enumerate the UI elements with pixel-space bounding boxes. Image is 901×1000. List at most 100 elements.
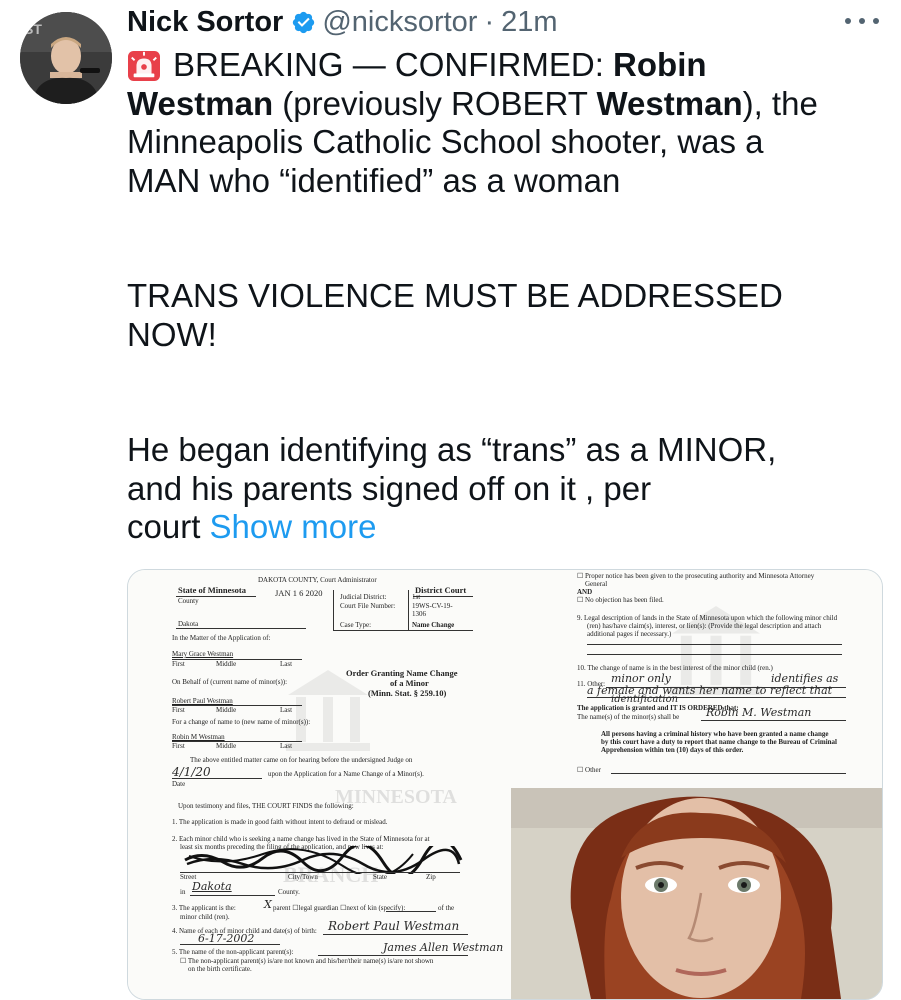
new-name-line: The name(s) of the minor(s) shall be	[577, 713, 680, 721]
city-label: City/Town	[288, 873, 318, 881]
order-title-3: (Minn. Stat. § 259.10)	[368, 688, 447, 698]
header-separator: ·	[484, 5, 495, 38]
court-document-left: MINNESOTA BRANCH DAKOTA COUNTY, Court Ad…	[128, 570, 511, 999]
change-line: For a change of name to (new name of min…	[172, 718, 311, 726]
hearing-text-2: upon the Application for a Name Change o…	[268, 770, 424, 778]
notice-1: ☐ Proper notice has been given to the pr…	[577, 572, 815, 580]
tweet-text-segment: BREAKING — CONFIRMED:	[173, 46, 614, 83]
minor-name: Robert Paul Westman	[172, 697, 233, 705]
item-9c: additional pages if necessary.)	[587, 630, 672, 638]
doc-county-value: Dakota	[178, 620, 199, 628]
county-handwritten: Dakota	[192, 880, 232, 893]
tweet-line: NOW!	[127, 315, 217, 353]
criminal-notice-3: Apprehension within ten (10) days of thi…	[601, 746, 744, 754]
doc-filed-date: JAN 1 6 2020	[275, 588, 323, 598]
case-type-label: Case Type:	[340, 621, 372, 629]
tweet-line: Minneapolis Catholic School shooter, was…	[127, 123, 764, 160]
tweet-text-segment: ), the	[742, 84, 818, 122]
state-label: State	[373, 873, 387, 881]
show-more-link[interactable]: Show more	[210, 508, 377, 545]
verified-badge-icon	[293, 11, 315, 33]
tweet-line: MAN who “identified” as a woman	[127, 161, 621, 199]
author-name[interactable]: Nick Sortor	[127, 6, 283, 39]
seal-text: MINNESOTA	[335, 786, 457, 808]
finding-5c: on the birth certificate.	[188, 965, 252, 973]
judicial-district-value: 1st	[412, 593, 421, 601]
tweet-line: court Show more	[127, 508, 887, 547]
tweet-timestamp[interactable]: 21m	[501, 6, 557, 39]
label-first: First	[172, 706, 185, 714]
date-label: Date	[172, 780, 186, 788]
label-first: First	[172, 742, 185, 750]
minor-name-handwritten: Robert Paul Westman	[328, 919, 460, 933]
no-objection: ☐ No objection has been filed.	[577, 596, 664, 604]
redaction-scribble	[184, 846, 463, 874]
in-label: in	[180, 888, 186, 896]
order-title-2: of a Minor	[390, 678, 429, 688]
tweet-text: BREAKING — CONFIRMED: Robin Westman (pre…	[127, 46, 887, 547]
criminal-notice-1: All persons having a criminal history wh…	[601, 730, 829, 738]
label-middle: Middle	[216, 706, 237, 714]
case-type-value: Name Change	[412, 621, 455, 629]
matter-line: In the Matter of the Application of:	[172, 634, 271, 642]
order-title-1: Order Granting Name Change	[346, 668, 458, 678]
label-first: First	[172, 660, 185, 668]
tweet-text-bold: Westman	[127, 84, 274, 122]
file-number-label: Court File Number:	[340, 602, 396, 610]
tweet-text-segment: (previously ROBERT	[273, 84, 597, 122]
county-word: County.	[278, 888, 300, 896]
applicant-name: Mary Grace Westman	[172, 650, 234, 658]
finding-3a: 3. The applicant is the:	[172, 904, 236, 912]
checkmark-handwritten-icon: X	[264, 898, 272, 911]
tweet-media[interactable]: MINNESOTA BRANCH DAKOTA COUNTY, Court Ad…	[127, 569, 883, 1000]
finding-5b: ☐ The non-applicant parent(s) is/are not…	[180, 957, 434, 965]
doc-state: State of Minnesota	[178, 585, 246, 595]
more-horizontal-icon[interactable]	[845, 8, 879, 34]
finding-2a: 2. Each minor child who is seeking a nam…	[172, 835, 430, 843]
new-name: Robin M Westman	[172, 733, 225, 741]
court-document-right: ☐ Proper notice has been given to the pr…	[511, 570, 882, 788]
author-avatar[interactable]: ST	[20, 12, 112, 104]
tweet-header: Nick Sortor @nicksortor · 21m	[127, 2, 558, 42]
and-label: AND	[577, 588, 593, 596]
judicial-district-label: Judicial District:	[340, 593, 387, 601]
label-middle: Middle	[216, 660, 237, 668]
tweet-line: He began identifying as “trans” as a MIN…	[127, 431, 777, 468]
id-photo	[511, 788, 882, 999]
tweet-line: and his parents signed off on it , per	[127, 469, 652, 507]
item-10: 10. The change of name is in the best in…	[577, 664, 773, 672]
hearing-date-handwritten: 4/1/20	[172, 765, 211, 779]
zip-label: Zip	[426, 873, 436, 881]
finding-1: 1. The application is made in good faith…	[172, 818, 388, 826]
item-9b: (ren) has/have claim(s), interest, or li…	[587, 622, 822, 630]
rotating-light-emoji-icon	[128, 50, 160, 82]
notice-2: General	[585, 580, 608, 588]
tweet-text-bold: Westman	[596, 84, 743, 122]
svg-text:ST: ST	[24, 21, 42, 37]
finding-3d: minor child (ren).	[180, 913, 230, 921]
face-photo-image	[511, 788, 882, 999]
tweet-line: TRANS VIOLENCE MUST BE ADDRESSED	[127, 277, 783, 314]
parent-name-handwritten: James Allen Westman	[383, 941, 504, 954]
finds-line: Upon testimony and files, THE COURT FIND…	[178, 802, 354, 810]
label-middle: Middle	[216, 742, 237, 750]
tweet-line: BREAKING — CONFIRMED: Robin	[127, 46, 887, 85]
finding-5: 5. The name of the non-applicant parent(…	[172, 948, 294, 956]
tweet-text-segment: court	[127, 508, 210, 545]
label-last: Last	[280, 706, 293, 714]
avatar-image: ST	[20, 12, 112, 104]
other-option: ☐ Other	[577, 766, 601, 774]
tweet-text-bold: Robin	[613, 46, 707, 83]
doc-county-label: County	[178, 597, 199, 605]
new-name-handwritten: Robin M. Westman	[706, 706, 812, 719]
item-9a: 9. Legal description of lands in the Sta…	[577, 614, 838, 622]
stamp-header: DAKOTA COUNTY, Court Administrator	[258, 576, 377, 584]
finding-3c: of the	[438, 904, 455, 912]
hearing-text-1: The above entitled matter came on for he…	[190, 756, 413, 764]
behalf-line: On Behalf of (current name of minor(s)):	[172, 678, 288, 686]
tweet-line: Westman (previously ROBERT Westman), the	[127, 85, 887, 124]
doc-court: District Court	[415, 585, 467, 595]
author-handle[interactable]: @nicksortor	[322, 6, 477, 39]
file-number-value: 19WS-CV-19-1306	[412, 602, 453, 618]
label-last: Last	[280, 660, 293, 668]
